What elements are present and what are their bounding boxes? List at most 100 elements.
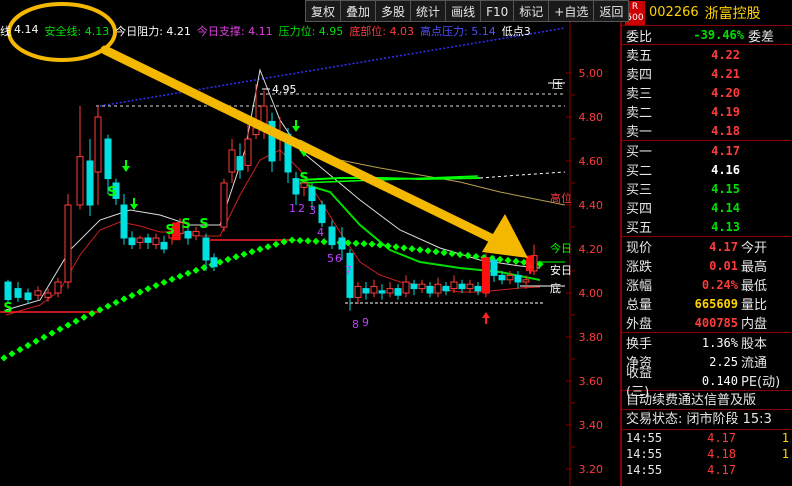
bid-row[interactable]: 买三 4.15 (622, 179, 792, 199)
support-dot (464, 252, 472, 260)
candle-up (228, 149, 236, 173)
mark-button[interactable]: 标记 (513, 0, 550, 22)
price-label: 3.80 (579, 331, 604, 344)
indicator-line-prefix: 线 (0, 25, 11, 38)
quote-row: 外盘 400785 内盘 (622, 313, 792, 333)
ma-line-olive (299, 139, 566, 206)
support-dot (80, 313, 88, 321)
ask-row[interactable]: 卖二 4.19 (622, 102, 792, 122)
bid-price: 4.15 (711, 181, 740, 196)
ask-row[interactable]: 卖四 4.21 (622, 64, 792, 84)
highlight-red-bar (482, 257, 490, 293)
stats-value: 2.25 (709, 354, 738, 369)
ask-price: 4.18 (711, 123, 740, 138)
bid-row[interactable]: 买一 4.17 (622, 141, 792, 161)
price-label: 4.20 (579, 243, 604, 256)
support-dot (224, 255, 232, 263)
support-dot (40, 333, 48, 341)
candle-up (506, 274, 514, 281)
support-dot (160, 278, 168, 286)
count-mark: 4 (317, 226, 324, 239)
candle-down (202, 237, 210, 261)
draw-line-button[interactable]: 画线 (445, 0, 482, 22)
ask-label: 卖三 (626, 87, 653, 102)
statistics-button[interactable]: 统计 (410, 0, 447, 22)
back-button[interactable]: 返回 (593, 0, 630, 22)
stock-code: 002266 (649, 5, 699, 20)
ask-row[interactable]: 卖五 4.22 (622, 45, 792, 65)
add-favorite-button[interactable]: +自选 (548, 0, 595, 22)
ask-price: 4.21 (711, 66, 740, 81)
support-dot (136, 288, 144, 296)
candle-down (236, 156, 244, 171)
restore-rights-button[interactable]: 复权 (305, 0, 342, 22)
support-dot (352, 239, 360, 247)
count-mark: 2 (298, 202, 305, 215)
price-label: 4.60 (579, 155, 604, 168)
tick-time: 14:55 (626, 431, 663, 445)
bid-price: 4.16 (711, 162, 740, 177)
count-mark: 8 (352, 318, 359, 331)
stats-label-right: 股本 (741, 337, 768, 352)
stats-row: 换手 1.36% 股本 (622, 333, 792, 353)
candle-up (64, 204, 72, 283)
support-dot (176, 272, 184, 280)
price-label: 4.00 (579, 287, 604, 300)
support-dot (504, 256, 512, 264)
weicha-label: 委差 (748, 29, 775, 45)
bid-row[interactable]: 买四 4.14 (622, 198, 792, 218)
candle-up (466, 283, 474, 290)
support-dot (288, 236, 296, 244)
tick-num: 1 (781, 431, 789, 445)
candle-down (458, 283, 466, 290)
quote-value: 0.01 (709, 258, 738, 273)
ask-price: 4.22 (711, 47, 740, 62)
stats-label: 换手 (626, 337, 653, 352)
support-dot (264, 243, 272, 251)
multi-stock-button[interactable]: 多股 (375, 0, 412, 22)
bid-row[interactable]: 买二 4.16 (622, 160, 792, 180)
candle-up (386, 288, 394, 294)
support-dot (416, 246, 424, 254)
ask-row[interactable]: 卖一 4.18 (622, 121, 792, 141)
indicator-safe-line: 安全线: 4.13 (44, 25, 110, 38)
ask-list: 卖五 4.22 卖四 4.21 卖三 4.20 卖二 4.19 卖一 4.18 (622, 45, 792, 141)
ask-label: 卖二 (626, 106, 653, 121)
candle-down (394, 288, 402, 296)
candle-down (160, 241, 168, 250)
candle-down (24, 292, 32, 301)
renew-banner[interactable]: 自动续费通达信普及版 (622, 390, 792, 410)
sell-signal-s: S (3, 301, 12, 316)
count-mark: 6 (335, 252, 342, 265)
support-dot (64, 321, 72, 329)
count-mark: 3 (309, 204, 316, 217)
kline-svg: 5.00 4.80 4.60 4.40 4.20 4.00 3.80 3.60 3.40 3.20… (0, 2, 604, 486)
f10-button[interactable]: F10 (480, 0, 515, 22)
quote-label: 外盘 (626, 317, 653, 332)
stats-row: 收益(三) 0.140 PE(动) (622, 366, 792, 400)
candle-up (354, 285, 362, 298)
candle-down (308, 186, 316, 202)
support-dot (496, 255, 504, 263)
candle-up (44, 292, 52, 298)
support-dot (48, 329, 56, 337)
support-dot (120, 295, 128, 303)
support-dot (240, 250, 248, 258)
support-dot (392, 243, 400, 251)
candle-up (220, 182, 228, 228)
ask-label: 卖四 (626, 68, 653, 83)
trade-status: 交易状态: 闭市阶段 15:3 (622, 410, 792, 430)
candle-down (514, 274, 522, 283)
tick-row: 14:55 4.17 1 (622, 430, 792, 446)
price-label: 3.60 (579, 375, 604, 388)
kline-chart-area[interactable]: 5.00 4.80 4.60 4.40 4.20 4.00 3.80 3.60 3.40 3.20… (0, 0, 630, 486)
ask-price: 4.19 (711, 104, 740, 119)
ask-price: 4.20 (711, 85, 740, 100)
overlay-button[interactable]: 叠加 (340, 0, 377, 22)
quote-label-right: 量比 (741, 298, 768, 313)
candle-down (210, 257, 218, 268)
ask-row[interactable]: 卖三 4.20 (622, 83, 792, 103)
bid-row[interactable]: 买五 4.13 (622, 217, 792, 237)
support-dot (72, 317, 80, 325)
bid-label: 买五 (626, 221, 653, 236)
